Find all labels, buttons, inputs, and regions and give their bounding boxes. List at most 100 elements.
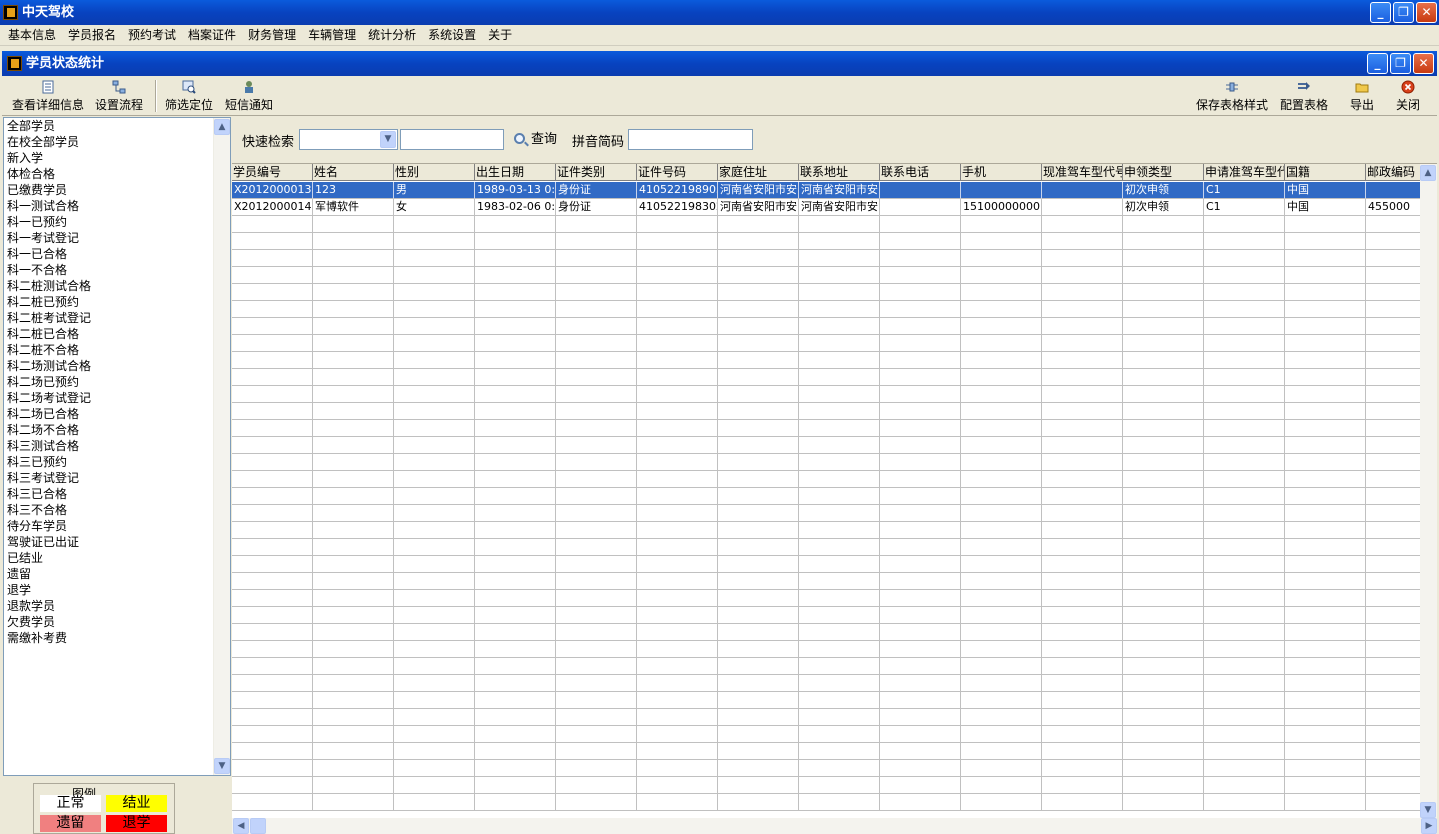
empty-table-row[interactable] — [232, 743, 1437, 760]
empty-table-row[interactable] — [232, 437, 1437, 454]
grid-scroll-right-button[interactable]: ▶ — [1421, 818, 1437, 834]
empty-table-row[interactable] — [232, 590, 1437, 607]
grid-scroll-down-button[interactable]: ▼ — [1420, 802, 1436, 818]
scroll-up-button[interactable]: ▲ — [214, 119, 230, 135]
column-header[interactable]: 出生日期 — [475, 164, 556, 181]
status-list-item[interactable]: 退学 — [4, 582, 214, 598]
sms-notify-button[interactable]: 短信通知 — [222, 78, 276, 114]
empty-table-row[interactable] — [232, 284, 1437, 301]
table-row[interactable]: X2012000014 军博软件女 1983-02-06 0: 身份证 41052219… — [232, 199, 1437, 216]
scroll-down-button[interactable]: ▼ — [214, 758, 230, 774]
column-header[interactable]: 手机 — [961, 164, 1042, 181]
status-list-scrollbar[interactable]: ▲ ▼ — [213, 118, 230, 775]
status-list-item[interactable]: 科二桩不合格 — [4, 342, 214, 358]
menu-archive[interactable]: 档案证件 — [182, 25, 242, 46]
empty-table-row[interactable] — [232, 675, 1437, 692]
empty-table-row[interactable] — [232, 335, 1437, 352]
status-list-item[interactable]: 在校全部学员 — [4, 134, 214, 150]
child-minimize-button[interactable]: _ — [1367, 53, 1388, 74]
empty-table-row[interactable] — [232, 369, 1437, 386]
status-list-item[interactable]: 科二桩考试登记 — [4, 310, 214, 326]
menu-vehicles[interactable]: 车辆管理 — [302, 25, 362, 46]
status-list-item[interactable]: 科一测试合格 — [4, 198, 214, 214]
column-header[interactable]: 现准驾车型代号 — [1042, 164, 1123, 181]
status-list-item[interactable]: 遗留 — [4, 566, 214, 582]
empty-table-row[interactable] — [232, 641, 1437, 658]
column-header[interactable]: 家庭住址 — [718, 164, 799, 181]
status-list-item[interactable]: 科一不合格 — [4, 262, 214, 278]
status-list-item[interactable]: 科二桩已合格 — [4, 326, 214, 342]
empty-table-row[interactable] — [232, 403, 1437, 420]
status-list-item[interactable]: 科一考试登记 — [4, 230, 214, 246]
column-header[interactable]: 联系电话 — [880, 164, 961, 181]
empty-table-row[interactable] — [232, 386, 1437, 403]
column-header[interactable]: 申请准驾车型代号 — [1204, 164, 1285, 181]
column-header[interactable]: 学员编号 — [232, 164, 313, 181]
child-close-button[interactable]: ✕ — [1413, 53, 1434, 74]
empty-table-row[interactable] — [232, 556, 1437, 573]
status-list-item[interactable]: 驾驶证已出证 — [4, 534, 214, 550]
status-list-item[interactable]: 已缴费学员 — [4, 182, 214, 198]
pinyin-input[interactable] — [628, 129, 753, 150]
column-header[interactable]: 证件号码 — [637, 164, 718, 181]
grid-horizontal-scrollbar[interactable]: ◀ ▶ — [232, 818, 1437, 834]
student-grid[interactable]: 学员编号 姓名 性别 出生日期 证件类别 证件号码 家庭住址 联系地址 联系电话 手机 现准驾车型代… — [232, 163, 1437, 818]
menu-enrollment[interactable]: 学员报名 — [62, 25, 122, 46]
column-header[interactable]: 联系地址 — [799, 164, 880, 181]
menu-basic-info[interactable]: 基本信息 — [2, 25, 62, 46]
status-list-item[interactable]: 科三不合格 — [4, 502, 214, 518]
status-list-item[interactable]: 待分车学员 — [4, 518, 214, 534]
grid-scroll-up-button[interactable]: ▲ — [1420, 165, 1436, 181]
empty-table-row[interactable] — [232, 352, 1437, 369]
menu-finance[interactable]: 财务管理 — [242, 25, 302, 46]
empty-table-row[interactable] — [232, 420, 1437, 437]
status-list-item[interactable]: 需缴补考费 — [4, 630, 214, 646]
empty-table-row[interactable] — [232, 505, 1437, 522]
status-list-item[interactable]: 科二场不合格 — [4, 422, 214, 438]
column-header[interactable]: 姓名 — [313, 164, 394, 181]
empty-table-row[interactable] — [232, 658, 1437, 675]
empty-table-row[interactable] — [232, 301, 1437, 318]
status-list-item[interactable]: 科三测试合格 — [4, 438, 214, 454]
grid-scroll-thumb[interactable] — [250, 818, 266, 834]
status-list-item[interactable]: 科二场测试合格 — [4, 358, 214, 374]
query-button[interactable]: 查询 — [514, 130, 557, 150]
close-button[interactable]: 关闭 — [1390, 78, 1426, 114]
empty-table-row[interactable] — [232, 709, 1437, 726]
status-list-item[interactable]: 体检合格 — [4, 166, 214, 182]
search-field-combo[interactable]: ▼ — [299, 129, 398, 150]
empty-table-row[interactable] — [232, 471, 1437, 488]
column-header[interactable]: 国籍 — [1285, 164, 1366, 181]
status-list-item[interactable]: 科三已合格 — [4, 486, 214, 502]
minimize-button[interactable]: _ — [1370, 2, 1391, 23]
status-list-item[interactable]: 已结业 — [4, 550, 214, 566]
menu-settings[interactable]: 系统设置 — [422, 25, 482, 46]
status-list-item[interactable]: 科二场已合格 — [4, 406, 214, 422]
set-flow-button[interactable]: 设置流程 — [92, 78, 146, 114]
grid-scroll-left-button[interactable]: ◀ — [233, 818, 249, 834]
empty-table-row[interactable] — [232, 250, 1437, 267]
filter-locate-button[interactable]: 筛选定位 — [162, 78, 216, 114]
empty-table-row[interactable] — [232, 760, 1437, 777]
empty-table-row[interactable] — [232, 267, 1437, 284]
status-list-item[interactable]: 科二桩已预约 — [4, 294, 214, 310]
empty-table-row[interactable] — [232, 794, 1437, 811]
empty-table-row[interactable] — [232, 216, 1437, 233]
view-detail-button[interactable]: 查看详细信息 — [10, 78, 86, 114]
status-list-item[interactable]: 科三已预约 — [4, 454, 214, 470]
empty-table-row[interactable] — [232, 726, 1437, 743]
chevron-down-icon[interactable]: ▼ — [380, 131, 396, 148]
status-list[interactable]: 全部学员 在校全部学员 新入学 体检合格 已缴费学员 科一测试合格 科一已预约 科一考试登记科… — [4, 118, 214, 775]
maximize-button[interactable]: ❐ — [1393, 2, 1414, 23]
empty-table-row[interactable] — [232, 454, 1437, 471]
status-list-item[interactable]: 科一已合格 — [4, 246, 214, 262]
menu-about[interactable]: 关于 — [482, 25, 518, 46]
status-list-item[interactable]: 科一已预约 — [4, 214, 214, 230]
table-row[interactable]: X2012000013 123 男 1989-03-13 0: 身份证 410522198… — [232, 182, 1437, 199]
export-button[interactable]: 导出 — [1344, 78, 1380, 114]
empty-table-row[interactable] — [232, 233, 1437, 250]
status-list-item[interactable]: 科二桩测试合格 — [4, 278, 214, 294]
search-input[interactable] — [400, 129, 504, 150]
column-header[interactable]: 证件类别 — [556, 164, 637, 181]
status-list-item[interactable]: 新入学 — [4, 150, 214, 166]
